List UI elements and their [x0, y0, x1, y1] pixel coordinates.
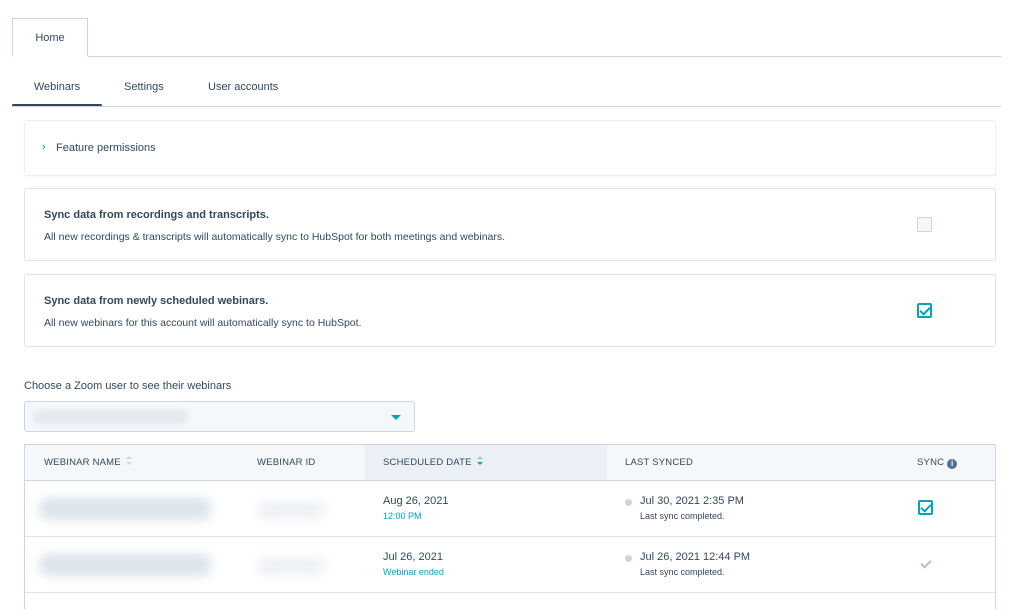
- redacted-webinar-name: [39, 498, 211, 520]
- table-row: Aug 26, 2021 12:00 PM Jul 30, 2021 2:35 …: [25, 481, 995, 537]
- tab-user-accounts[interactable]: User accounts: [208, 76, 278, 100]
- sync-webinars-title: Sync data from newly scheduled webinars.: [44, 295, 269, 307]
- chevron-right-icon: ›: [42, 141, 46, 153]
- row-sync-checkbox: [918, 556, 933, 571]
- top-tab-bar: Home: [0, 0, 1001, 57]
- sync-webinars-card: Sync data from newly scheduled webinars.…: [24, 274, 996, 347]
- redacted-webinar-id: [257, 557, 325, 575]
- sort-icon: [125, 456, 133, 466]
- column-header-webinar-id-label: WEBINAR ID: [257, 457, 316, 468]
- scheduled-date: Jul 26, 2021: [383, 551, 443, 563]
- column-header-scheduled-date-label: SCHEDULED DATE: [383, 457, 472, 468]
- sync-recordings-checkbox[interactable]: [917, 217, 932, 232]
- sync-webinars-checkbox[interactable]: [917, 303, 932, 318]
- redacted-webinar-name: [39, 554, 211, 576]
- webinar-status: Webinar ended: [383, 567, 444, 577]
- column-header-webinar-name-label: WEBINAR NAME: [44, 457, 121, 468]
- tab-home[interactable]: Home: [12, 18, 88, 57]
- column-header-last-synced-label: LAST SYNCED: [625, 457, 694, 468]
- table-row: Jul 26, 2021 Webinar ended Jul 26, 2021 …: [25, 537, 995, 593]
- feature-permissions-toggle[interactable]: › Feature permissions: [24, 120, 996, 176]
- redacted-webinar-id: [257, 501, 325, 519]
- zoom-user-label: Choose a Zoom user to see their webinars: [24, 380, 232, 392]
- column-header-last-synced: LAST SYNCED: [625, 445, 693, 480]
- scheduled-time: 12:00 PM: [383, 511, 422, 521]
- info-icon[interactable]: i: [947, 459, 958, 469]
- zoom-user-select[interactable]: [24, 401, 415, 432]
- sync-webinars-description: All new webinars for this account will a…: [44, 317, 362, 329]
- last-synced-time: Jul 30, 2021 2:35 PM: [640, 495, 744, 507]
- tab-settings-label: Settings: [124, 81, 164, 93]
- sync-status-dot: [625, 499, 632, 506]
- sync-recordings-description: All new recordings & transcripts will au…: [44, 231, 506, 243]
- sub-tab-divider: [12, 106, 1001, 107]
- tab-home-label: Home: [35, 31, 65, 44]
- sync-recordings-card: Sync data from recordings and transcript…: [24, 188, 996, 261]
- column-header-sync-label: SYNC: [917, 457, 945, 468]
- table-header: WEBINAR NAME WEBINAR ID SCHEDULED DATE L…: [25, 445, 995, 481]
- scheduled-date: Aug 26, 2021: [383, 495, 449, 507]
- last-synced-time: Jul 26, 2021 12:44 PM: [640, 551, 751, 563]
- row-sync-checkbox[interactable]: [918, 500, 933, 515]
- column-header-scheduled-date[interactable]: SCHEDULED DATE: [365, 445, 607, 480]
- feature-permissions-label: Feature permissions: [56, 142, 156, 154]
- sort-descending-icon: [476, 456, 484, 466]
- caret-down-icon: [391, 415, 401, 420]
- sync-status-dot: [625, 555, 632, 562]
- tab-user-accounts-label: User accounts: [208, 81, 279, 93]
- webinars-table: WEBINAR NAME WEBINAR ID SCHEDULED DATE L…: [24, 444, 996, 609]
- column-header-sync: SYNC i: [917, 445, 958, 480]
- last-sync-status: Last sync completed.: [640, 567, 725, 577]
- redacted-user-name: [33, 410, 188, 424]
- tab-settings[interactable]: Settings: [124, 76, 164, 100]
- tab-webinars[interactable]: Webinars: [12, 76, 102, 107]
- tab-webinars-label: Webinars: [33, 81, 81, 93]
- top-tab-divider: [12, 56, 1001, 57]
- column-header-webinar-id: WEBINAR ID: [257, 445, 315, 480]
- column-header-webinar-name[interactable]: WEBINAR NAME: [44, 445, 133, 480]
- sync-recordings-title: Sync data from recordings and transcript…: [44, 209, 269, 221]
- last-sync-status: Last sync completed.: [640, 511, 725, 521]
- sub-tab-bar: Webinars Settings User accounts: [12, 76, 1001, 108]
